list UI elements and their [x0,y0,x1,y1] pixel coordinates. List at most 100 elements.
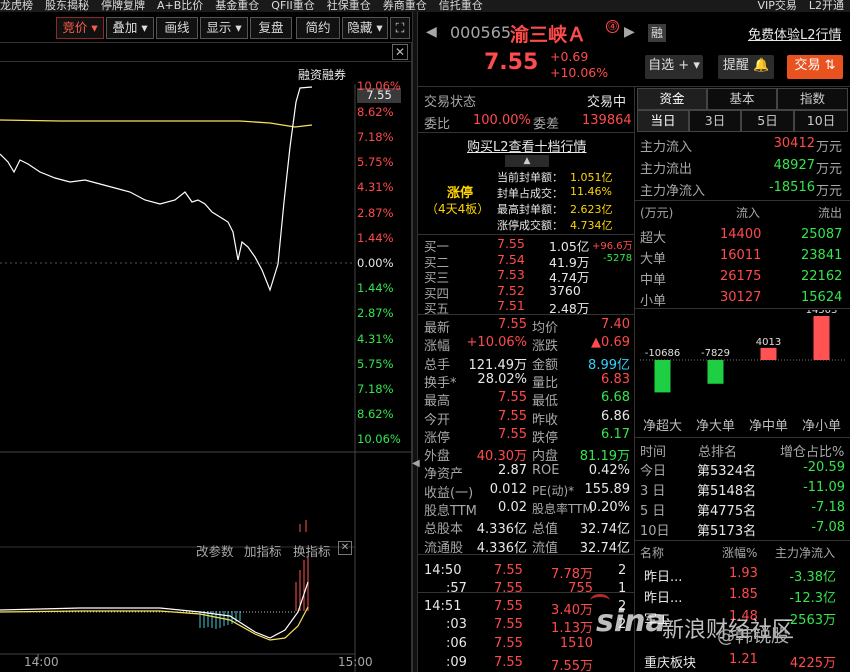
y-tick: 1.44% [357,281,394,295]
prev-stock-icon[interactable]: ◀ [426,24,437,40]
quote-value: +10.06% [466,335,527,351]
tick-volume: 7.55万 [551,659,593,672]
change-indicator-button[interactable]: 换指标 [293,541,331,560]
tick-price: 7.55 [494,617,523,632]
net-flow-value: -10686 [645,348,680,359]
vip-trade-link[interactable]: VIP交易 [757,0,796,12]
weicha-label: 委差 [533,117,560,132]
net-flow-value: 14503 [806,310,838,316]
quote-label: 涨停 [424,430,451,446]
flow-value: 30412 [773,136,815,151]
close-indicator-icon[interactable]: ✕ [338,541,352,555]
quote-value: 155.89 [584,481,631,497]
rank-period: 10日 [640,524,670,539]
quote-value: 0.02 [498,500,527,515]
tab-capital[interactable]: 资金 [637,88,707,110]
menu-item[interactable]: 股东揭秘 [45,0,89,12]
free-l2-link[interactable]: 免费体验L2行情 [748,24,842,43]
quote-value: 6.17 [601,426,630,442]
quote-label: 总手 [424,357,451,373]
y-tick: 1.44% [357,231,394,245]
menu-item[interactable]: 龙虎榜 [0,0,33,12]
period-today[interactable]: 当日 [637,110,689,132]
tab-basic[interactable]: 基本 [707,88,777,110]
net-flow-bar [760,347,777,360]
sina-logo: sina [596,604,666,639]
sina-watermark: sina 新浪财经社区 @韩锐股 [590,594,840,660]
sector-net: -3.38亿 [789,570,836,585]
tick-volume: 7.78万 [551,567,593,582]
net-flow-label: 净超大 [643,419,682,434]
display-button[interactable]: 显示 ▾ [200,17,248,39]
draw-line-button[interactable]: 画线 [156,17,198,39]
menu-item[interactable]: 信托重仓 [439,0,483,12]
seal-amount-value: 1.051亿 [570,171,613,184]
period-5d[interactable]: 5日 [741,110,794,132]
next-stock-icon[interactable]: ▶ [624,24,635,40]
quote-value: 4.336亿 [476,522,527,538]
y-tick: 4.31% [357,332,394,346]
trade-button[interactable]: 交易 ⇅ [787,55,843,79]
tick-count: 1 [618,581,627,596]
tab-index[interactable]: 指数 [777,88,848,110]
menu-item[interactable]: 券商重仓 [383,0,427,12]
max-seal-label: 最高封单额： [497,203,563,216]
menu-item[interactable]: 停牌复牌 [101,0,145,12]
rank-head: 总排名 [698,445,738,460]
quote-label: 金额 [532,357,559,373]
bid-price: 7.52 [497,282,525,298]
flow-in: 14400 [720,227,762,242]
rank-head: 时间 [640,445,667,460]
fullscreen-icon[interactable]: ⛶ [390,17,410,39]
edit-params-button[interactable]: 改参数 [196,541,234,560]
sector-name[interactable]: 昨日... [644,566,682,585]
auction-button[interactable]: 竞价 ▾ [56,17,104,39]
rank-position: 第5324名 [697,464,757,479]
add-indicator-button[interactable]: 加指标 [244,541,282,560]
period-10d[interactable]: 10日 [794,110,848,132]
tick-volume: 1510 [559,636,593,651]
last-price: 7.55 [484,50,539,75]
y-tick: 2.87% [357,206,394,220]
flow-label: 主力流入 [640,140,693,155]
expand-up-icon[interactable]: ▲ [505,155,549,167]
limit-turnover-value: 4.734亿 [570,219,613,232]
quote-label: 量比 [532,375,559,391]
rank-position: 第5148名 [697,484,757,499]
collapse-arrow-icon[interactable]: ◀ [412,458,420,469]
menu-item[interactable]: 基金重仓 [215,0,259,12]
quote-value: 0.20% [588,500,630,515]
panel-splitter[interactable] [412,12,418,672]
flow-row-name: 中单 [640,273,667,288]
y-tick: 0.00% [357,256,394,270]
alert-button[interactable]: 提醒 🔔 [718,55,774,79]
replay-button[interactable]: 复盘 [250,17,292,39]
tick-time: :09 [446,655,467,670]
max-seal-value: 2.623亿 [570,203,613,216]
tick-price: 7.55 [494,636,523,651]
flow-out: 25087 [801,227,843,242]
quote-label: 最新 [424,321,451,336]
rank-value: -20.59 [803,460,845,475]
bid-change: +96.6万 [592,241,633,252]
bid-price: 7.53 [497,267,525,282]
menu-item[interactable]: A+B比价 [157,0,203,12]
y-tick: 5.75% [357,155,394,169]
bid-price: 7.55 [497,236,525,251]
hide-button[interactable]: 隐藏 ▾ [342,17,388,39]
menu-item[interactable]: 社保重仓 [327,0,371,12]
info-badge-icon[interactable]: ④ [606,20,619,33]
buy-l2-link[interactable]: 购买L2查看十档行情 [467,136,587,155]
menu-item[interactable]: QFII重仓 [271,0,314,12]
quote-value: ▲0.69 [591,335,630,351]
overlay-button[interactable]: 叠加 ▾ [106,17,154,39]
quote-value: 8.99亿 [588,357,630,373]
simple-button[interactable]: 简约 [296,17,340,39]
net-flow-value: -7829 [701,348,730,359]
add-watchlist-button[interactable]: 自选 + ▾ [645,55,703,79]
period-3d[interactable]: 3日 [689,110,741,132]
table-head: 流出 [818,206,843,220]
quote-label: ROE [532,463,560,479]
trade-status-label: 交易状态 [424,95,477,110]
l2-open-link[interactable]: L2开通 [809,0,844,12]
